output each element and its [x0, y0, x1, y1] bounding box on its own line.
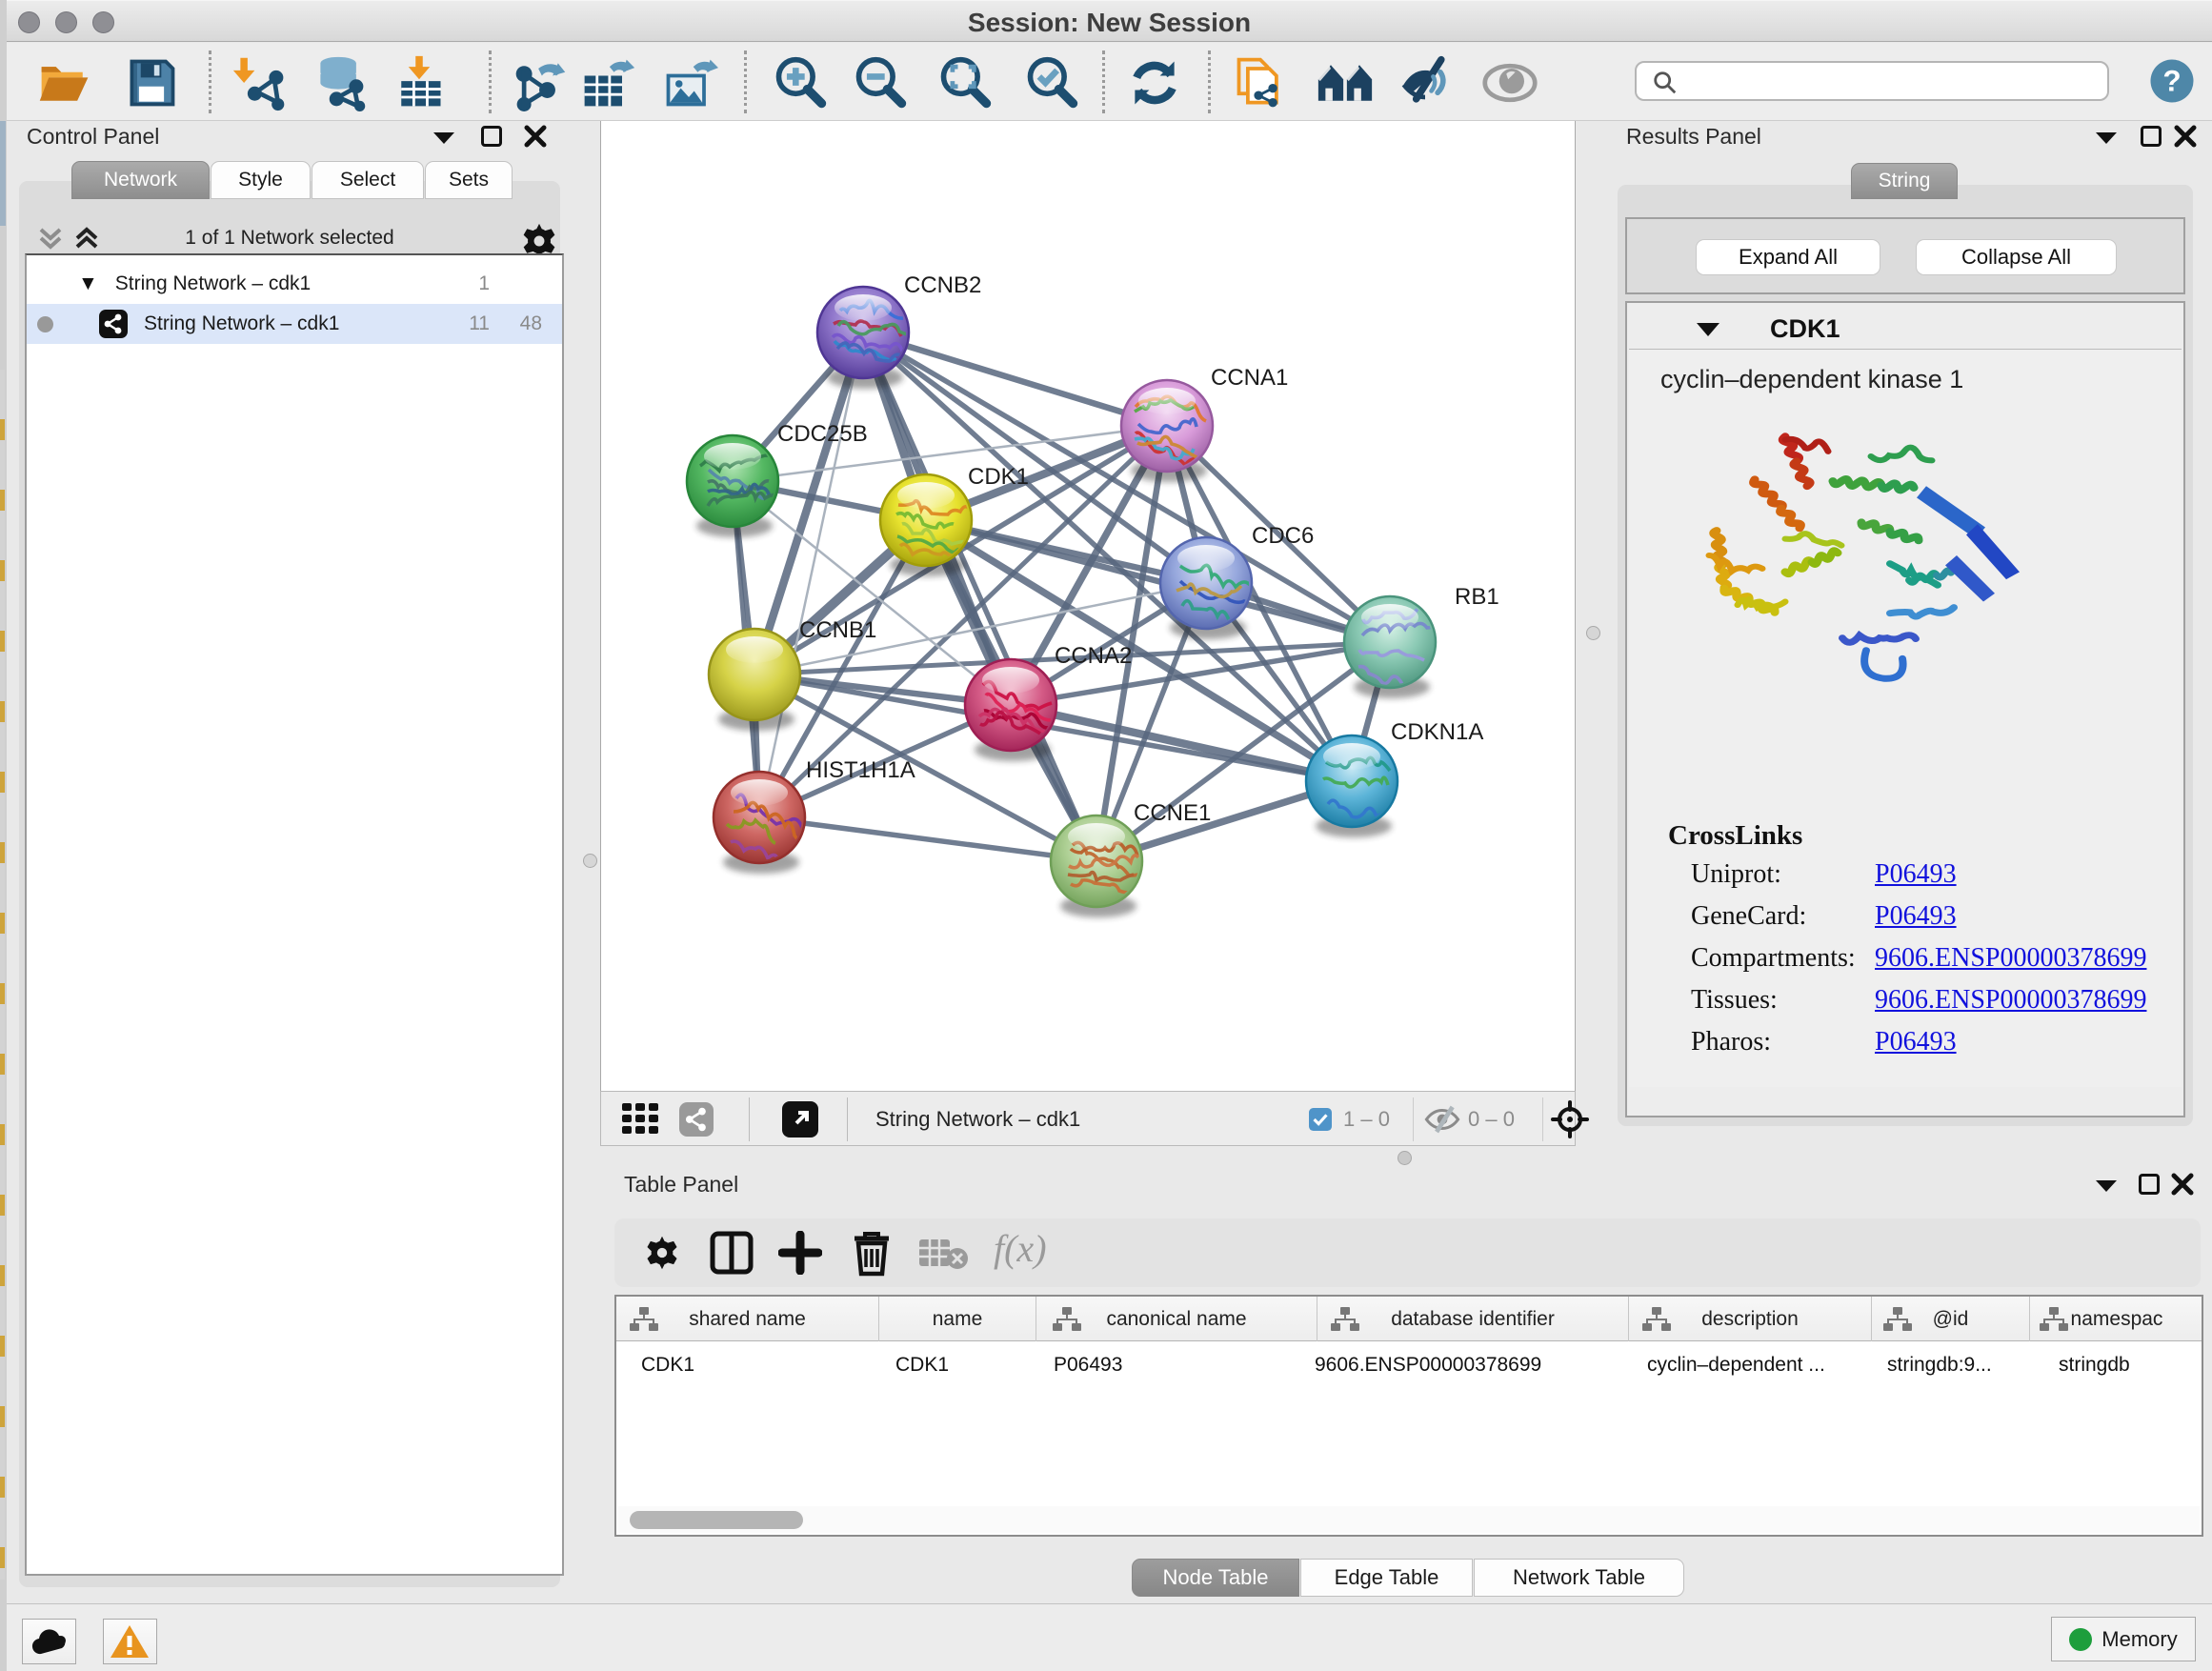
svg-text:CCNB2: CCNB2: [904, 272, 981, 298]
svg-text:CDKN1A: CDKN1A: [1391, 719, 1483, 745]
svg-text:CCNE1: CCNE1: [1134, 800, 1211, 826]
svg-text:RB1: RB1: [1455, 584, 1499, 610]
svg-text:CDK1: CDK1: [968, 464, 1029, 490]
svg-text:CCNB1: CCNB1: [799, 617, 876, 643]
svg-text:CCNA2: CCNA2: [1055, 643, 1132, 669]
svg-text:HIST1H1A: HIST1H1A: [806, 757, 915, 783]
svg-text:CDC25B: CDC25B: [777, 421, 868, 447]
svg-text:?: ?: [2162, 64, 2181, 98]
svg-text:CCNA1: CCNA1: [1211, 365, 1288, 391]
svg-text:CDC6: CDC6: [1252, 523, 1314, 549]
